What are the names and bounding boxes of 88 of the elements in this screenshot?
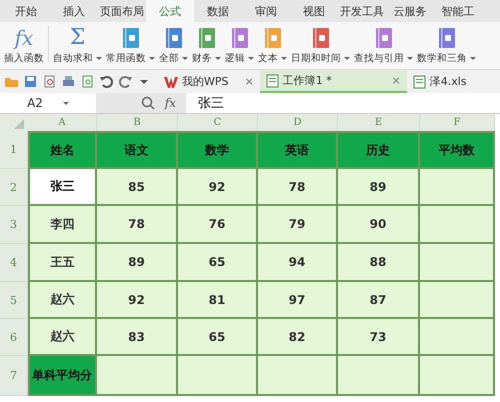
toolbar-button[interactable]: 文本: [256, 27, 289, 65]
document-tab[interactable]: 我的WPS ×: [158, 70, 260, 93]
table-cell[interactable]: 76: [178, 206, 258, 244]
redo-icon[interactable]: [118, 74, 133, 89]
book-icon[interactable]: [374, 27, 392, 49]
table-cell[interactable]: 78: [258, 169, 338, 206]
table-cell[interactable]: [420, 169, 495, 206]
book-icon[interactable]: [230, 27, 248, 49]
book-icon[interactable]: [122, 27, 140, 49]
table-cell[interactable]: 65: [178, 319, 258, 356]
save-icon[interactable]: [23, 74, 38, 89]
table-cell[interactable]: 78: [97, 206, 178, 244]
table-cell[interactable]: 94: [258, 244, 338, 282]
document-tab[interactable]: 工作簿1 * ×: [260, 70, 407, 93]
function-label[interactable]: fx: [164, 96, 176, 110]
logo-icon[interactable]: [164, 74, 178, 88]
header-cell[interactable]: 平均数: [420, 131, 495, 169]
table-cell[interactable]: 65: [178, 244, 258, 282]
table-cell[interactable]: [178, 356, 258, 396]
table-cell[interactable]: 81: [178, 282, 258, 319]
menu-tab[interactable]: 视图: [290, 0, 338, 22]
toolbar-button[interactable]: Σ 自动求和: [51, 27, 104, 65]
caret-icon[interactable]: [62, 102, 69, 104]
toolbar-button[interactable]: 全部: [157, 27, 190, 65]
table-cell[interactable]: 赵六: [28, 282, 97, 319]
toolbar-button[interactable]: 常用函数: [104, 27, 157, 65]
table-cell[interactable]: [258, 356, 338, 396]
table-cell[interactable]: 79: [258, 206, 338, 244]
close-button[interactable]: ×: [232, 75, 254, 88]
table-cell[interactable]: 88: [338, 244, 420, 282]
book-icon[interactable]: [198, 27, 216, 49]
menu-tab[interactable]: 开始: [2, 0, 50, 22]
toolbar-button[interactable]: 数学和三角: [415, 27, 478, 65]
toolbar-button[interactable]: fx 插入函数: [2, 27, 46, 65]
header-cell[interactable]: 历史: [338, 131, 420, 169]
toolbar-button[interactable]: 逻辑: [223, 27, 256, 65]
table-cell[interactable]: 王五: [28, 244, 97, 282]
menu-tab[interactable]: 页面布局: [98, 0, 146, 22]
table-cell[interactable]: [338, 356, 420, 396]
toolbar-button[interactable]: 财务: [190, 27, 223, 65]
table-cell[interactable]: [420, 282, 495, 319]
table-cell[interactable]: [420, 244, 495, 282]
undo-icon[interactable]: [99, 74, 114, 89]
menu-tab[interactable]: 智能工: [434, 0, 482, 22]
table-cell[interactable]: 87: [338, 282, 420, 319]
close-button[interactable]: ×: [380, 74, 401, 87]
export-icon[interactable]: [42, 74, 57, 89]
book-icon[interactable]: [312, 27, 330, 49]
table-cell[interactable]: [97, 356, 178, 396]
table-cell[interactable]: 李四: [28, 206, 97, 244]
table-cell[interactable]: 张三: [28, 169, 97, 206]
table-cell[interactable]: 92: [178, 169, 258, 206]
sheet-icon[interactable]: [412, 74, 426, 88]
toolbar-button[interactable]: 查找与引用: [352, 27, 415, 65]
table-cell[interactable]: 92: [97, 282, 178, 319]
table-cell[interactable]: 97: [258, 282, 338, 319]
menu-tab[interactable]: 插入: [50, 0, 98, 22]
table-cell[interactable]: 85: [97, 169, 178, 206]
sheet-icon[interactable]: [266, 74, 279, 88]
menu-tab[interactable]: 公式: [146, 0, 194, 22]
table-cell[interactable]: 89: [97, 244, 178, 282]
header-cell[interactable]: 语文: [97, 131, 178, 169]
print-icon[interactable]: [61, 74, 76, 89]
menu-tab[interactable]: 数据: [194, 0, 242, 22]
name-box[interactable]: A2: [0, 93, 96, 113]
header-cell[interactable]: 英语: [258, 131, 338, 169]
search-icon[interactable]: [140, 96, 155, 110]
table-cell[interactable]: [420, 319, 495, 356]
menu-tab[interactable]: 云服务: [386, 0, 434, 22]
table-cell[interactable]: 89: [338, 169, 420, 206]
menu-tab[interactable]: 审阅: [242, 0, 290, 22]
book-icon[interactable]: [438, 27, 456, 49]
table-cell[interactable]: 82: [258, 319, 338, 356]
table-cell[interactable]: 73: [338, 319, 420, 356]
formula-field[interactable]: 张三: [186, 93, 224, 113]
table-cell[interactable]: 单科平均分: [28, 356, 97, 396]
table-cell[interactable]: [420, 356, 495, 396]
book-icon[interactable]: [264, 27, 282, 49]
header-cell[interactable]: 数学: [178, 131, 258, 169]
document-tab[interactable]: 泽4.xls: [406, 70, 473, 93]
table-cell[interactable]: 90: [338, 206, 420, 244]
book-icon[interactable]: [164, 27, 182, 49]
table-cell[interactable]: 赵六: [28, 319, 97, 356]
toolbar-button[interactable]: 日期和时间: [289, 27, 352, 65]
table-cell[interactable]: [420, 206, 495, 244]
table-cell[interactable]: 83: [97, 319, 178, 356]
header-cell[interactable]: 姓名: [28, 131, 97, 169]
menu-tab[interactable]: 开发工具: [338, 0, 386, 22]
